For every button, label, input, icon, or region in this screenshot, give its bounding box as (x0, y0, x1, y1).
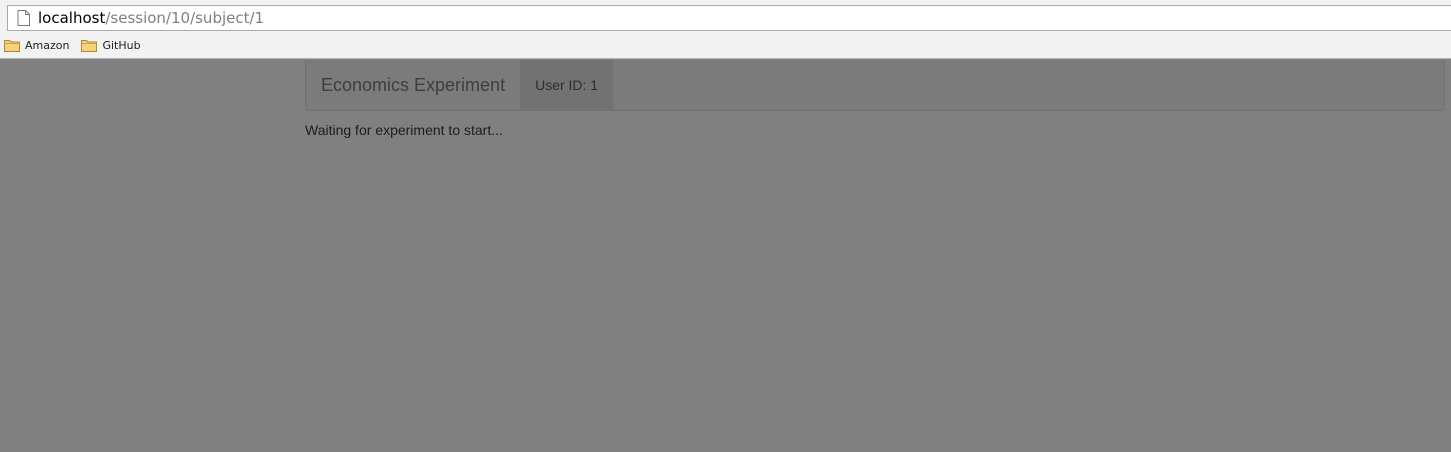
page-icon (15, 9, 31, 27)
nav-item-user-id[interactable]: User ID: 1 (520, 60, 614, 110)
url-text[interactable]: localhost/session/10/subject/1 (38, 9, 264, 27)
browser-chrome: localhost/session/10/subject/1 Amazon Gi… (0, 0, 1451, 59)
address-bar[interactable]: localhost/session/10/subject/1 (7, 5, 1451, 31)
navbar-brand[interactable]: Economics Experiment (306, 60, 520, 110)
folder-icon (81, 38, 98, 52)
navbar: Economics Experiment User ID: 1 (305, 60, 1445, 111)
folder-icon (4, 38, 20, 52)
bookmark-label: Amazon (25, 38, 70, 52)
url-path: /session/10/subject/1 (105, 9, 265, 27)
bookmark-amazon[interactable]: Amazon (4, 38, 69, 52)
bookmark-github[interactable]: GitHub (81, 38, 141, 52)
bookmarks-bar: Amazon GitHub (0, 33, 149, 57)
bookmark-label: GitHub (102, 38, 141, 52)
url-host: localhost (38, 9, 106, 27)
status-message: Waiting for experiment to start... (305, 122, 503, 138)
